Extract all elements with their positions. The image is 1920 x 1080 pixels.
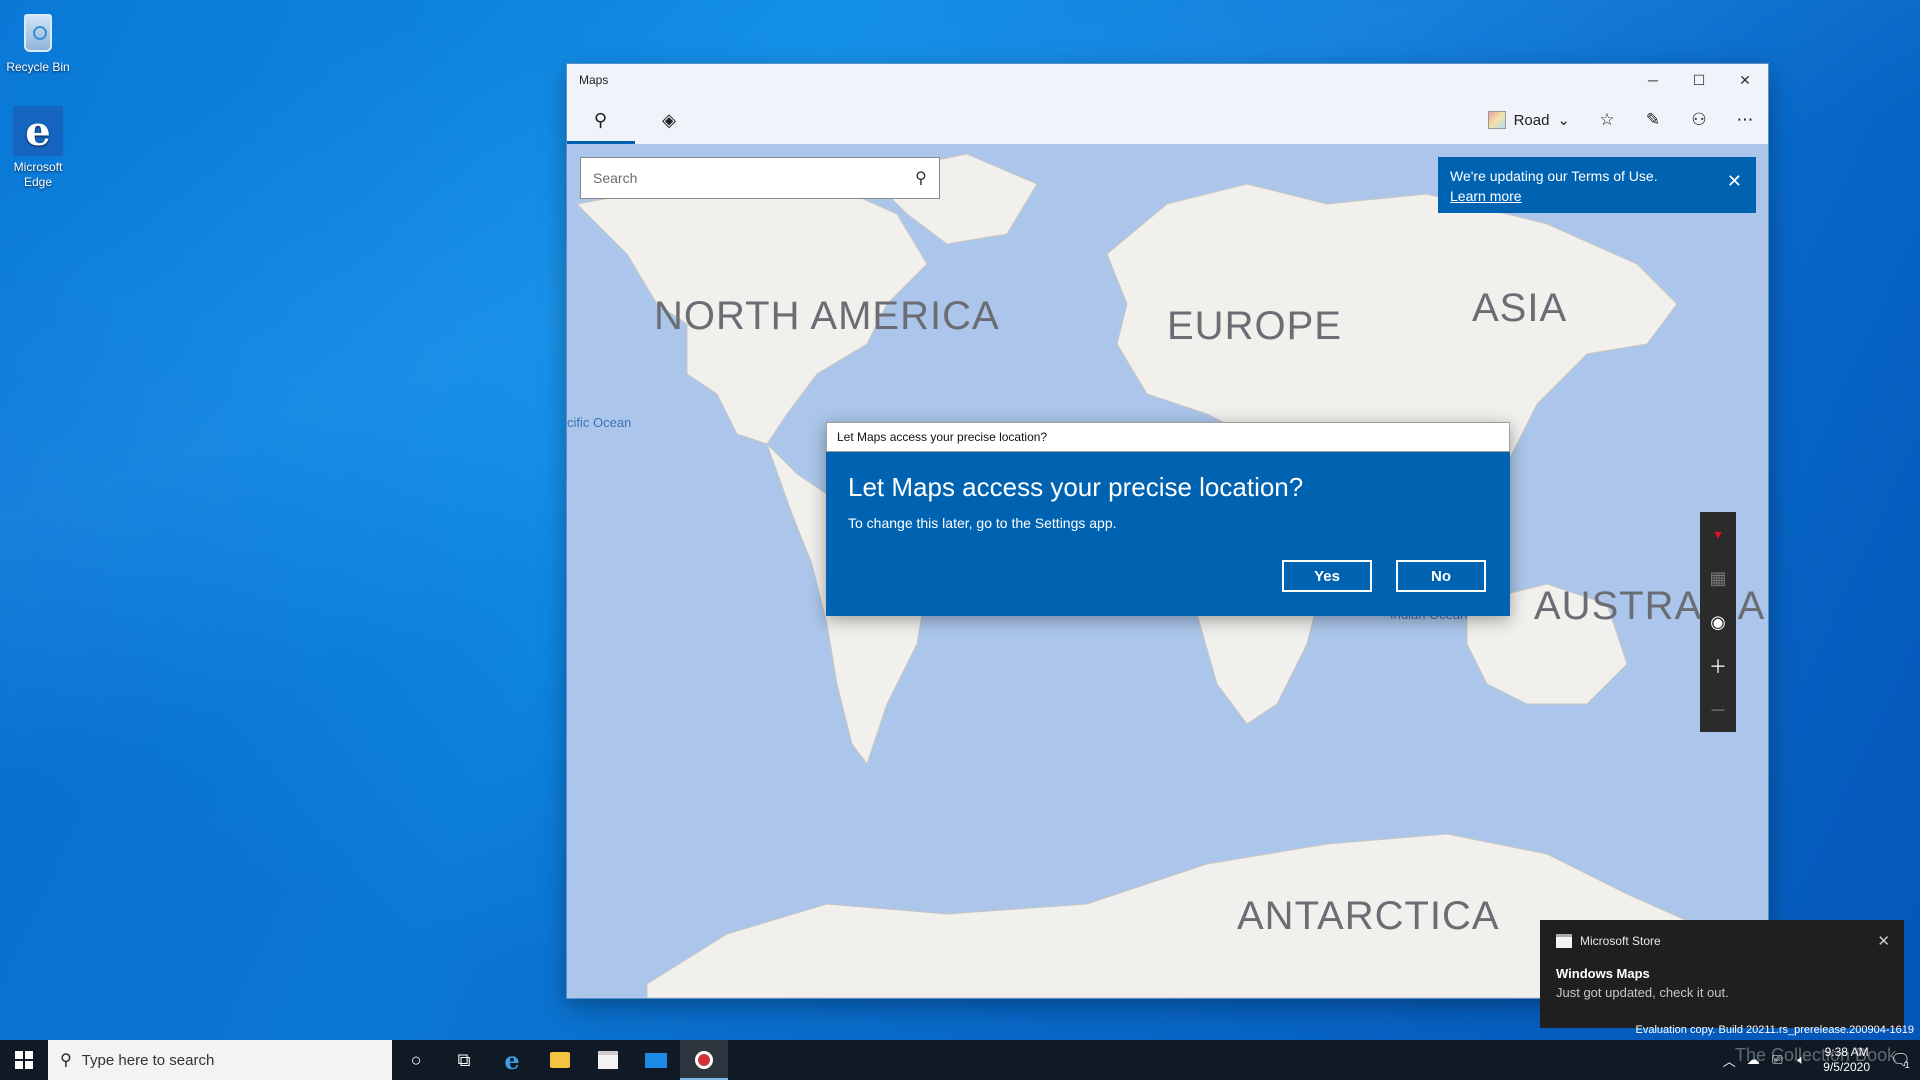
watermark-text: The Collection Book [1735,1045,1897,1065]
search-icon: ⚲ [60,1052,72,1069]
favorites-button[interactable]: ☆ [1584,96,1630,144]
map-style-button[interactable]: Road ⌄ [1474,96,1584,144]
mail-icon [645,1052,667,1068]
toast-text: Just got updated, check it out. [1556,985,1729,1000]
taskbar-maps[interactable] [680,1040,728,1080]
maps-icon [695,1051,713,1069]
desktop-icon-recycle-bin[interactable]: Recycle Bin [0,8,76,75]
ink-button[interactable]: ✎ [1630,96,1676,144]
account-icon: ⚇ [1691,110,1707,129]
window-title: Maps [579,73,609,87]
toolbar-right: Road ⌄ ☆ ✎ ⚇ ⋯ [1474,96,1768,144]
store-icon [1556,934,1572,948]
edge-icon: e [504,1045,520,1075]
dialog-text: To change this later, go to the Settings… [848,515,1117,531]
terms-text: We're updating our Terms of Use. [1450,168,1658,184]
compass-icon[interactable]: ▾ [1700,512,1736,556]
search-input[interactable] [593,170,916,186]
folder-icon [550,1052,570,1068]
task-view-icon: ⧉ [457,1049,471,1070]
label-asia: ASIA [1472,286,1568,330]
label-north-america: NORTH AMERICA [654,294,1000,338]
window-titlebar[interactable]: Maps ─ ☐ ✕ [567,64,1768,96]
search-icon: ⚲ [594,109,608,130]
desktop-icon-label: Microsoft Edge [13,160,63,189]
notification-count: 1 [1904,1060,1910,1070]
more-icon: ⋯ [1736,110,1754,129]
search-icon[interactable]: ⚲ [915,168,927,188]
search-field[interactable]: ⚲ [580,157,940,199]
directions-tab[interactable]: ◈ [635,96,703,144]
dialog-heading: Let Maps access your precise location? [848,472,1304,502]
location-permission-dialog: Let Maps access your precise location? L… [826,422,1510,616]
evaluation-watermark: Evaluation copy. Build 20211.rs_prerelea… [1635,1024,1914,1036]
dialog-buttons: Yes No [1282,560,1486,592]
store-icon [598,1051,618,1069]
edge-icon: e [13,106,63,156]
account-button[interactable]: ⚇ [1676,96,1722,144]
recycle-bin-icon [14,8,62,56]
maps-toolbar: ⚲ ◈ Road ⌄ ☆ ✎ ⚇ ⋯ [567,96,1768,144]
terms-banner: We're updating our Terms of Use. Learn m… [1438,157,1756,213]
yes-button[interactable]: Yes [1282,560,1372,592]
toast-title: Windows Maps [1556,966,1650,981]
taskbar-search[interactable]: ⚲ Type here to search [48,1040,392,1080]
chevron-down-icon: ⌄ [1557,112,1570,129]
no-button[interactable]: No [1396,560,1486,592]
taskbar-search-placeholder: Type here to search [81,1051,215,1069]
directions-icon: ◈ [662,109,676,130]
start-button[interactable] [0,1040,48,1080]
label-antarctica: ANTARCTICA [1237,894,1500,938]
search-tab[interactable]: ⚲ [567,96,635,144]
maximize-button[interactable]: ☐ [1676,64,1722,96]
close-icon[interactable]: ✕ [1877,932,1890,950]
close-icon[interactable]: ✕ [1727,171,1742,191]
location-icon[interactable]: ◉ [1700,600,1736,644]
map-controls: ▾ ▦ ◉ ＋ － [1700,512,1736,732]
taskbar: ⚲ Type here to search ○ ⧉ e ︿ ☁ ⎚ 🔈︎ 9:3… [0,1040,1920,1080]
minimize-button[interactable]: ─ [1630,64,1676,96]
cortana-button[interactable]: ○ [392,1040,440,1080]
dialog-title: Let Maps access your precise location? [826,422,1510,452]
close-button[interactable]: ✕ [1722,64,1768,96]
taskbar-store[interactable] [584,1040,632,1080]
favorites-icon: ☆ [1599,110,1615,129]
label-pacific-ocean: cific Ocean [567,415,632,430]
windows-logo-icon [15,1051,33,1069]
pen-icon: ✎ [1645,110,1661,129]
zoom-in-icon[interactable]: ＋ [1700,644,1736,688]
task-view-button[interactable]: ⧉ [440,1040,488,1080]
taskbar-file-explorer[interactable] [536,1040,584,1080]
notification-toast[interactable]: Microsoft Store Windows Maps Just got up… [1540,920,1904,1028]
toast-app-row: Microsoft Store [1556,934,1888,948]
map-style-label: Road [1513,111,1550,129]
map-style-icon [1487,111,1506,129]
desktop-icon-label: Recycle Bin [6,60,70,74]
zoom-out-icon[interactable]: － [1700,688,1736,732]
desktop-icon-edge[interactable]: e Microsoft Edge [0,106,76,190]
taskbar-edge[interactable]: e [488,1040,536,1080]
more-button[interactable]: ⋯ [1722,96,1768,144]
taskbar-mail[interactable] [632,1040,680,1080]
label-europe: EUROPE [1167,304,1342,348]
3d-icon[interactable]: ▦ [1700,556,1736,600]
toast-app-name: Microsoft Store [1580,934,1661,948]
terms-learn-more-link[interactable]: Learn more [1450,188,1522,204]
cortana-icon: ○ [410,1049,422,1070]
dialog-body: Let Maps access your precise location? T… [826,452,1510,551]
